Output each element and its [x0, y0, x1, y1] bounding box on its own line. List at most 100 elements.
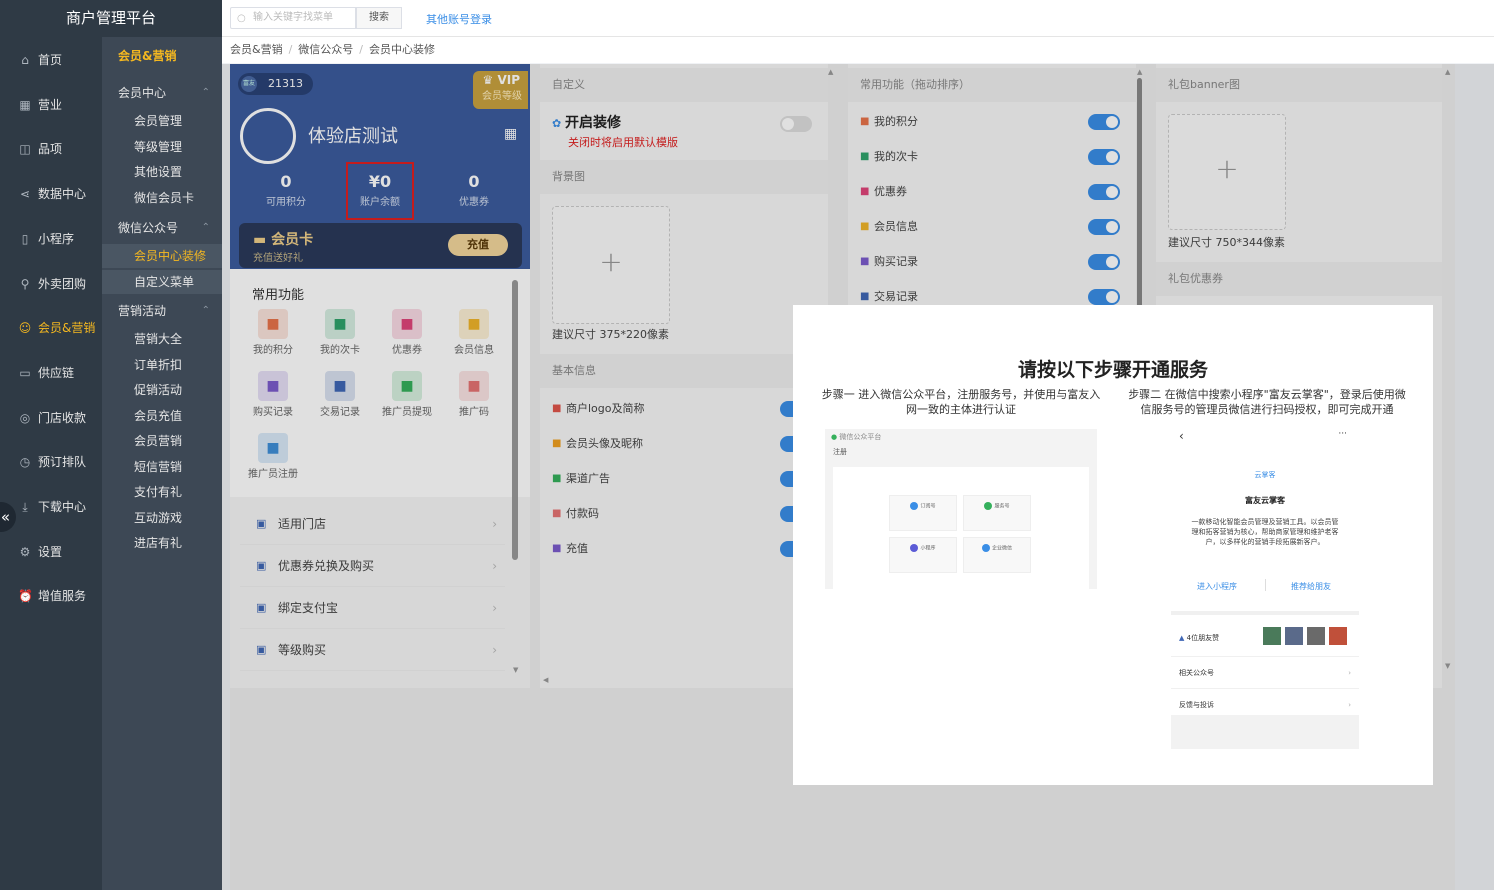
- wx-card-miniprogram: 小程序: [889, 537, 957, 573]
- secondary-nav-item[interactable]: 其他设置: [102, 160, 222, 184]
- friend-avatar: [1329, 627, 1347, 645]
- search-input[interactable]: ○ 输入关键字找菜单: [230, 7, 356, 29]
- chevron-right-icon: ›: [1348, 669, 1351, 677]
- yunzhangke-logo: 云掌客: [1254, 471, 1276, 479]
- thumb-up-icon: ▲: [1179, 634, 1187, 642]
- nav-item-4[interactable]: ▯ 小程序: [0, 224, 102, 254]
- chevron-up-icon: ⌃: [201, 87, 210, 98]
- nav-item-label: 会员&营销: [38, 321, 96, 336]
- friend-avatar: [1285, 627, 1303, 645]
- nav-item-label: 营业: [38, 97, 63, 112]
- secondary-nav-group[interactable]: 会员中心 ⌃: [102, 81, 222, 105]
- nav-item-label: 数据中心: [38, 187, 87, 202]
- truck-icon: ▭: [19, 365, 31, 380]
- breadcrumb-item: 会员中心装修: [369, 43, 436, 56]
- nav-item-5[interactable]: ⚲ 外卖团购: [0, 269, 102, 299]
- wx-card-subscription: 订阅号: [889, 495, 957, 531]
- secondary-nav-item[interactable]: 营销大全: [102, 327, 222, 351]
- recommend-friend-link: 推荐给朋友: [1291, 582, 1331, 591]
- breadcrumb-item[interactable]: 会员&营销: [230, 43, 283, 56]
- alarm-icon: ⏰: [18, 589, 33, 604]
- secondary-nav-item[interactable]: 会员营销: [102, 429, 222, 453]
- step-one-text: 步骤一 进入微信公众平台，注册服务号，并使用与富友入网一致的主体进行认证: [821, 388, 1101, 416]
- secondary-nav-group[interactable]: 营销活动 ⌃: [102, 299, 222, 323]
- wx-card-enterprise: 企业微信: [963, 537, 1031, 573]
- bag-icon: ◫: [19, 142, 31, 157]
- bike-icon: ⚲: [20, 276, 30, 291]
- clock-icon: ◷: [19, 455, 31, 470]
- secondary-nav-group[interactable]: 微信公众号 ⌃: [102, 216, 222, 240]
- secondary-nav-item[interactable]: 微信会员卡: [102, 186, 222, 210]
- nav-item-label: 小程序: [38, 231, 75, 246]
- home-icon: ⌂: [21, 53, 29, 67]
- breadcrumb: 会员&营销 / 微信公众号 / 会员中心装修: [222, 37, 1494, 63]
- friend-avatar: [1307, 627, 1325, 645]
- wx-card-service: 服务号: [963, 495, 1031, 531]
- other-account-login-link[interactable]: 其他账号登录: [426, 11, 492, 27]
- search-placeholder: 输入关键字找菜单: [253, 12, 333, 23]
- enter-miniprogram-link: 进入小程序: [1197, 582, 1237, 591]
- back-icon: ‹: [1179, 429, 1184, 443]
- related-account-row: 相关公众号 ›: [1171, 657, 1359, 689]
- calendar-icon: ▦: [19, 97, 31, 112]
- secondary-nav-item[interactable]: 等级管理: [102, 135, 222, 159]
- nav-item-label: 设置: [38, 544, 63, 559]
- nav-item-7[interactable]: ▭ 供应链: [0, 358, 102, 388]
- secondary-nav-item[interactable]: 进店有礼: [102, 531, 222, 555]
- chevron-up-icon: ⌃: [201, 305, 210, 316]
- user-icon: ☺: [18, 321, 32, 336]
- secondary-nav-item[interactable]: 短信营销: [102, 455, 222, 479]
- wx-register-label: 注册: [833, 448, 847, 456]
- chevron-up-icon: ⌃: [201, 222, 210, 233]
- nav-item-6[interactable]: ☺ 会员&营销: [0, 313, 102, 343]
- nav-item-1[interactable]: ▦ 营业: [0, 90, 102, 120]
- group-label: 营销活动: [118, 304, 167, 318]
- coin-icon: ◎: [19, 410, 31, 425]
- top-bar: ○ 输入关键字找菜单 搜索 其他账号登录: [222, 0, 1494, 37]
- friend-avatar: [1263, 627, 1281, 645]
- breadcrumb-item[interactable]: 微信公众号: [298, 43, 353, 56]
- friends-like-row: ▲ 4位朋友赞: [1171, 619, 1359, 657]
- nav-item-label: 增值服务: [38, 589, 87, 604]
- nav-item-11[interactable]: ⚙ 设置: [0, 537, 102, 567]
- secondary-nav-item[interactable]: 互动游戏: [102, 506, 222, 530]
- group-label: 微信公众号: [118, 221, 179, 235]
- app-title: 商户管理平台: [0, 0, 222, 37]
- group-label: 会员中心: [118, 86, 167, 100]
- secondary-nav-item[interactable]: 支付有礼: [102, 480, 222, 504]
- step-two-text: 步骤二 在微信中搜索小程序"富友云掌客"，登录后使用微信服务号的管理员微信进行扫…: [1128, 388, 1406, 416]
- nav-item-3[interactable]: ⋖ 数据中心: [0, 179, 102, 209]
- nav-item-label: 门店收款: [38, 410, 87, 425]
- setup-modal: 请按以下步骤开通服务 步骤一 进入微信公众平台，注册服务号，并使用与富友入网一致…: [793, 305, 1433, 785]
- secondary-nav-item[interactable]: 促销活动: [102, 378, 222, 402]
- secondary-nav-head: 会员&营销: [118, 49, 177, 63]
- nav-item-2[interactable]: ◫ 品项: [0, 134, 102, 164]
- nav-item-label: 预订排队: [38, 455, 87, 470]
- miniprogram-screenshot: ‹ ··· 云掌客 富友云掌客 一款移动化智能会员管理及营销工具。以会员管理和拓…: [1171, 429, 1359, 749]
- secondary-nav-item[interactable]: 自定义菜单: [102, 269, 222, 294]
- modal-title: 请按以下步骤开通服务: [1017, 359, 1208, 381]
- download-icon: ⤓: [22, 500, 28, 514]
- search-icon: ○: [237, 13, 246, 24]
- nav-item-8[interactable]: ◎ 门店收款: [0, 403, 102, 433]
- nav-item-label: 下载中心: [38, 500, 87, 514]
- nav-item-label: 外卖团购: [38, 276, 87, 291]
- phone-icon: ▯: [21, 231, 29, 246]
- secondary-nav-item[interactable]: 会员中心装修: [102, 244, 222, 268]
- wx-platform-label: 微信公众平台: [839, 433, 882, 441]
- share-icon: ⋖: [19, 187, 31, 202]
- nav-item-label: 首页: [38, 53, 63, 67]
- search-button[interactable]: 搜索: [356, 7, 402, 29]
- mp-description: 一款移动化智能会员管理及营销工具。以会员管理和拓客营销为核心，帮助商家管理和维护…: [1191, 518, 1339, 546]
- nav-item-12[interactable]: ⏰ 增值服务: [0, 581, 102, 611]
- nav-item-0[interactable]: ⌂ 首页: [0, 45, 102, 75]
- more-icon: ···: [1338, 429, 1347, 439]
- nav-item-9[interactable]: ◷ 预订排队: [0, 447, 102, 477]
- secondary-nav-item[interactable]: 会员充值: [102, 404, 222, 428]
- nav-item-label: 供应链: [38, 365, 75, 380]
- secondary-nav-item[interactable]: 订单折扣: [102, 353, 222, 377]
- wechat-platform-screenshot: ● 微信公众平台 注册 订阅号 服务号 小程序 企业微信: [825, 429, 1097, 589]
- mp-name: 富友云掌客: [1245, 496, 1285, 505]
- gear-icon: ⚙: [19, 544, 31, 559]
- secondary-nav-item[interactable]: 会员管理: [102, 109, 222, 133]
